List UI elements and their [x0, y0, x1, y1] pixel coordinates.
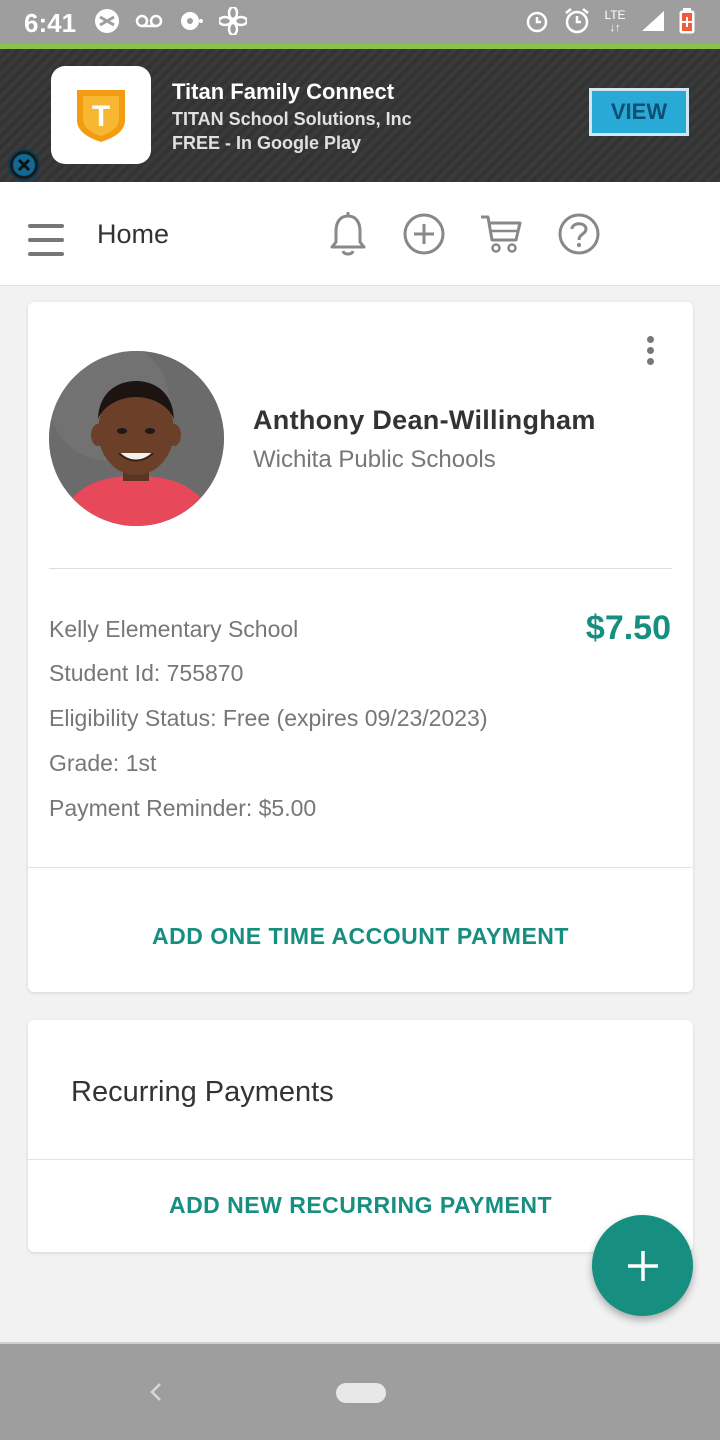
- ad-publisher: TITAN School Solutions, Inc: [172, 109, 412, 129]
- add-button[interactable]: [400, 210, 448, 258]
- student-avatar[interactable]: [49, 351, 224, 526]
- system-nav-bar: [0, 1342, 720, 1440]
- help-icon: [558, 213, 600, 255]
- alarm-icon-2: [562, 6, 592, 36]
- app-bar: Home: [0, 182, 720, 286]
- battery-icon: [672, 6, 702, 36]
- data-arrows-icon: ↓↑: [609, 22, 621, 34]
- school-name: Kelly Elementary School: [49, 616, 299, 642]
- notifications-button[interactable]: [324, 210, 372, 258]
- student-id: Student Id: 755870: [49, 660, 244, 686]
- student-name: Anthony Dean-Willingham: [253, 405, 596, 435]
- grade: Grade: 1st: [49, 750, 157, 776]
- more-options-button[interactable]: [640, 336, 660, 368]
- plus-circle-icon: [403, 213, 445, 255]
- alarm-icon: [522, 6, 552, 36]
- voicemail-icon: [134, 6, 164, 36]
- media-icon: [176, 6, 206, 36]
- menu-icon-line: [28, 238, 64, 242]
- cart-button[interactable]: [477, 210, 525, 258]
- home-pill-button[interactable]: [336, 1383, 386, 1403]
- student-photo: [49, 351, 224, 526]
- kebab-icon-dot: [646, 347, 654, 354]
- ad-banner[interactable]: T Titan Family Connect TITAN School Solu…: [0, 49, 720, 182]
- payment-reminder: Payment Reminder: $5.00: [49, 795, 317, 821]
- menu-icon-line: [28, 252, 64, 256]
- divider: [28, 867, 693, 868]
- kebab-icon-dot: [646, 358, 654, 365]
- kebab-icon: [646, 336, 654, 343]
- student-card: Anthony Dean-Willingham Wichita Public S…: [28, 302, 693, 992]
- titan-shield-logo-icon: T: [77, 90, 125, 142]
- ad-price-store: FREE - In Google Play: [172, 133, 362, 153]
- ad-close-button[interactable]: [8, 149, 40, 181]
- help-button[interactable]: [555, 210, 603, 258]
- student-district: Wichita Public Schools: [253, 446, 496, 473]
- recurring-payments-card: Recurring Payments ADD NEW RECURRING PAY…: [28, 1020, 693, 1252]
- divider: [49, 568, 672, 569]
- signal-icon: [638, 6, 668, 36]
- back-button[interactable]: [146, 1380, 166, 1404]
- status-bar: 6:41 LTE ↓↑: [0, 0, 720, 44]
- floating-add-button[interactable]: [592, 1215, 693, 1316]
- status-time: 6:41: [24, 8, 77, 38]
- back-chevron-icon: [150, 1383, 161, 1401]
- add-one-time-payment-button[interactable]: ADD ONE TIME ACCOUNT PAYMENT: [28, 923, 693, 950]
- recurring-payments-title: Recurring Payments: [71, 1076, 334, 1108]
- bell-icon: [330, 212, 366, 256]
- ad-app-name: Titan Family Connect: [172, 79, 395, 104]
- add-recurring-payment-button[interactable]: ADD NEW RECURRING PAYMENT: [28, 1192, 693, 1219]
- close-icon: [13, 154, 35, 176]
- eligibility-status: Eligibility Status: Free (expires 09/23/…: [49, 705, 488, 731]
- plus-icon: [627, 1250, 658, 1281]
- network-label: LTE: [604, 8, 626, 22]
- lte-indicator: LTE ↓↑: [600, 6, 630, 36]
- cart-icon: [481, 215, 522, 253]
- ad-view-button[interactable]: VIEW: [589, 88, 689, 136]
- logo-letter: T: [92, 100, 110, 133]
- menu-button[interactable]: [28, 224, 64, 260]
- divider: [28, 1159, 693, 1160]
- account-balance: $7.50: [585, 609, 671, 647]
- fan-icon: [218, 6, 248, 36]
- menu-icon: [28, 224, 64, 228]
- ad-app-logo[interactable]: T: [51, 66, 151, 164]
- page-title: Home: [97, 219, 170, 249]
- notification-app-icon: [92, 6, 122, 36]
